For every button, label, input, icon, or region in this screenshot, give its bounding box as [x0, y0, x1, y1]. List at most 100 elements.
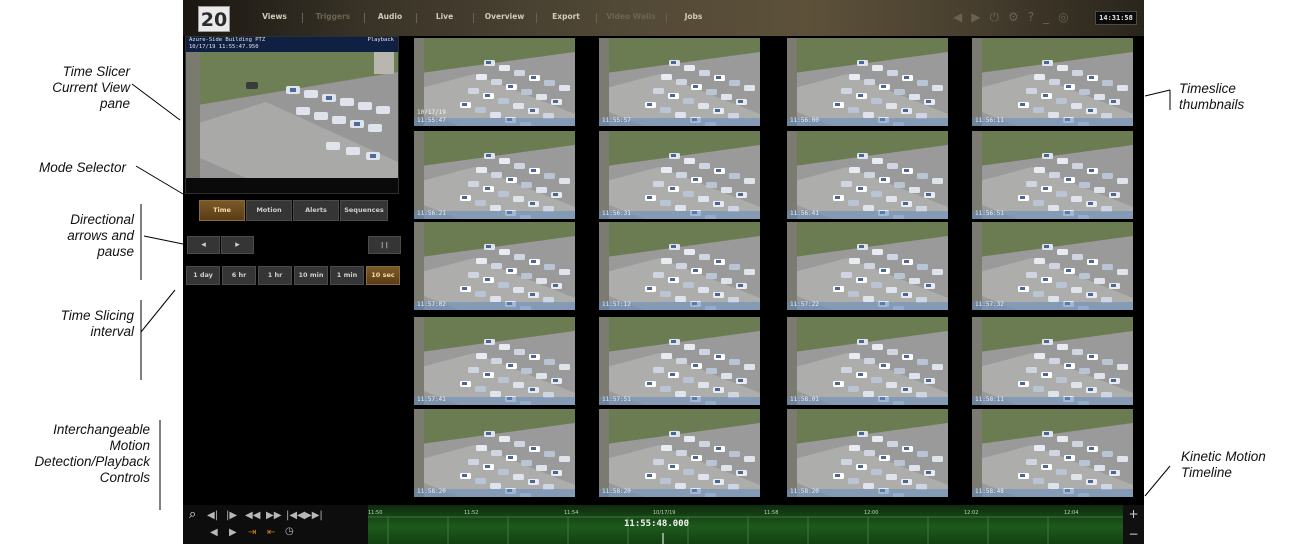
nav-audio[interactable]: Audio	[364, 12, 416, 26]
timeslice-thumbnail[interactable]: 11:58:11	[972, 317, 1133, 405]
interval-1-min[interactable]: 1 min	[330, 266, 364, 285]
clock-icon[interactable]: ◷	[285, 526, 294, 538]
playback-label: Playback	[367, 37, 395, 43]
mode-sequences-button[interactable]: Sequences	[340, 200, 388, 221]
search-icon[interactable]: ⌕	[189, 508, 196, 521]
thumbnail-timestamp: 11:56:31	[602, 210, 631, 217]
play-reverse-icon[interactable]: ◀	[210, 527, 218, 539]
thumbnail-timestamp: 11:56:21	[417, 210, 446, 217]
mode-time-button[interactable]: Time	[199, 200, 245, 221]
mode-motion-button[interactable]: Motion	[246, 200, 292, 221]
timeslice-thumbnail[interactable]: 11:56:21	[414, 131, 575, 219]
back-icon[interactable]: ◀	[953, 10, 962, 24]
playback-controls: ⌕ ◀| |▶ ◀◀ ▶▶ |◀◀ ▶▶| ◀ ▶ ⇥ ⇤ ◷	[183, 505, 368, 544]
timeslice-thumbnail[interactable]: 11:58:20	[414, 409, 575, 497]
timeslice-thumbnail[interactable]: 11:57:12	[599, 222, 760, 310]
timeslice-thumbnail[interactable]: 11:58:20	[599, 409, 760, 497]
timeslice-thumbnail[interactable]: 11:58:01	[787, 317, 948, 405]
top-bar: 20 Views Triggers Audio Live Overview Ex…	[183, 0, 1144, 36]
thumbnail-timestamp: 11:55:57	[602, 117, 631, 124]
zoom-out-button[interactable]: −	[1123, 527, 1144, 541]
timeslice-thumbnail[interactable]: 11:55:57	[599, 38, 760, 126]
timeslice-thumbnail[interactable]: 11:57:22	[787, 222, 948, 310]
timeslice-thumbnail[interactable]: 11:57:32	[972, 222, 1133, 310]
mark-in-icon[interactable]: ⇥	[248, 527, 256, 539]
nav-overview[interactable]: Overview	[473, 12, 536, 26]
thumbnail-timestamp: 11:56:41	[790, 210, 819, 217]
thumbnail-timestamp: 11:56:11	[975, 117, 1004, 124]
thumbnail-timestamp: 11:57:12	[602, 301, 631, 308]
settings-icon[interactable]: ⚙	[1008, 10, 1019, 24]
timeslice-thumbnail[interactable]: 11:57:51	[599, 317, 760, 405]
timeslice-thumbnail[interactable]: 11:56:31	[599, 131, 760, 219]
skip-start-icon[interactable]: |◀◀	[286, 510, 305, 522]
annotation-kinetic-timeline: Kinetic Motion Timeline	[1181, 449, 1266, 480]
timeline-tick: 12:04	[1064, 510, 1079, 516]
timeslice-thumbnail[interactable]: 11:57:41	[414, 317, 575, 405]
mode-alerts-button[interactable]: Alerts	[293, 200, 339, 221]
timeslice-thumbnail[interactable]: 11:56:51	[972, 131, 1133, 219]
timeline-gridlines	[368, 516, 1123, 544]
nav-video-walls[interactable]: Video Walls	[596, 12, 666, 26]
fast-forward-icon[interactable]: ▶▶	[266, 510, 281, 522]
window-icons: ◀ ▶ ⏻ ⚙ ? _ ◎	[953, 10, 1069, 24]
power-icon[interactable]: ⏻	[989, 10, 999, 24]
pause-button[interactable]: | |	[368, 236, 401, 254]
timeslice-thumbnail[interactable]: 11:55:47 10/17/19	[414, 38, 575, 126]
zoom-in-button[interactable]: +	[1123, 507, 1144, 521]
interval-1-hr[interactable]: 1 hr	[258, 266, 292, 285]
interval-10-min[interactable]: 10 min	[294, 266, 328, 285]
timeslice-thumbnail[interactable]: 11:56:00	[787, 38, 948, 126]
timeline-tick: 11:58	[764, 510, 779, 516]
thumbnail-timestamp: 11:58:20	[790, 488, 819, 495]
thumbnail-timestamp: 11:57:32	[975, 301, 1004, 308]
minimize-icon[interactable]: _	[1043, 10, 1049, 24]
nav-jobs[interactable]: Jobs	[666, 12, 721, 26]
rewind-icon[interactable]: ◀◀	[245, 510, 260, 522]
annotation-interchangeable: Interchangeable Motion Detection/Playbac…	[34, 422, 150, 485]
clock-display: 14:31:58	[1095, 11, 1137, 25]
mark-out-icon[interactable]: ⇤	[267, 527, 275, 539]
main-nav: Views Triggers Audio Live Overview Expor…	[247, 12, 721, 26]
thumbnail-timestamp: 11:58:20	[417, 488, 446, 495]
nav-export[interactable]: Export	[536, 12, 596, 26]
timeslice-thumbnail[interactable]: 11:56:41	[787, 131, 948, 219]
interval-10-sec[interactable]: 10 sec	[366, 266, 400, 285]
step-back-icon[interactable]: ◀|	[207, 510, 218, 522]
timeslice-thumbnail[interactable]: 11:56:11	[972, 38, 1133, 126]
timeslice-thumbnail[interactable]: 11:57:02	[414, 222, 575, 310]
timeslice-thumbnail[interactable]: 11:58:48	[972, 409, 1133, 497]
thumbnail-timestamp: 11:57:02	[417, 301, 446, 308]
nav-triggers[interactable]: Triggers	[302, 12, 364, 26]
forward-icon[interactable]: ▶	[971, 10, 980, 24]
thumbnail-timestamp: 11:56:51	[975, 210, 1004, 217]
timeslice-thumbnail[interactable]: 11:58:20	[787, 409, 948, 497]
nav-live[interactable]: Live	[416, 12, 473, 26]
step-forward-icon[interactable]: |▶	[226, 510, 237, 522]
thumbnail-timestamp: 11:58:20	[602, 488, 631, 495]
annotation-time-slicer: Time Slicer Current View pane	[52, 64, 130, 111]
prev-arrow-button[interactable]: ◂	[187, 236, 220, 254]
thumbnail-date: 10/17/19	[417, 109, 446, 116]
info-icon[interactable]: ◎	[1058, 10, 1068, 24]
timeline-tick: 12:00	[864, 510, 879, 516]
nav-views[interactable]: Views	[247, 12, 302, 26]
interval-1-day[interactable]: 1 day	[186, 266, 220, 285]
thumbnail-timestamp: 11:57:41	[417, 396, 446, 403]
annotation-directional: Directional arrows and pause	[67, 212, 134, 259]
timeline-current-time: 11:55:48.000	[624, 519, 690, 529]
skip-end-icon[interactable]: ▶▶|	[304, 510, 323, 522]
kinetic-motion-timeline[interactable]: 11:50 11:52 11:54 10/17/19 11:58 12:00 1…	[368, 505, 1123, 544]
timeline-tick: 11:52	[464, 510, 479, 516]
bottom-bar: ⌕ ◀| |▶ ◀◀ ▶▶ |◀◀ ▶▶| ◀ ▶ ⇥ ⇤ ◷ 11:50 11…	[183, 505, 1144, 544]
interval-6-hr[interactable]: 6 hr	[222, 266, 256, 285]
help-icon[interactable]: ?	[1028, 10, 1034, 24]
thumbnail-timestamp: 11:58:11	[975, 396, 1004, 403]
app-window: 20 Views Triggers Audio Live Overview Ex…	[183, 0, 1144, 544]
thumbnail-timestamp: 11:55:47	[417, 117, 446, 124]
next-arrow-button[interactable]: ▸	[221, 236, 254, 254]
current-view-pane[interactable]: Azure-Side Building PTZ 10/17/19 11:55:4…	[185, 36, 399, 194]
play-icon[interactable]: ▶	[229, 527, 237, 539]
camera-name: Azure-Side Building PTZ	[189, 37, 266, 43]
app-logo[interactable]: 20	[198, 6, 230, 32]
